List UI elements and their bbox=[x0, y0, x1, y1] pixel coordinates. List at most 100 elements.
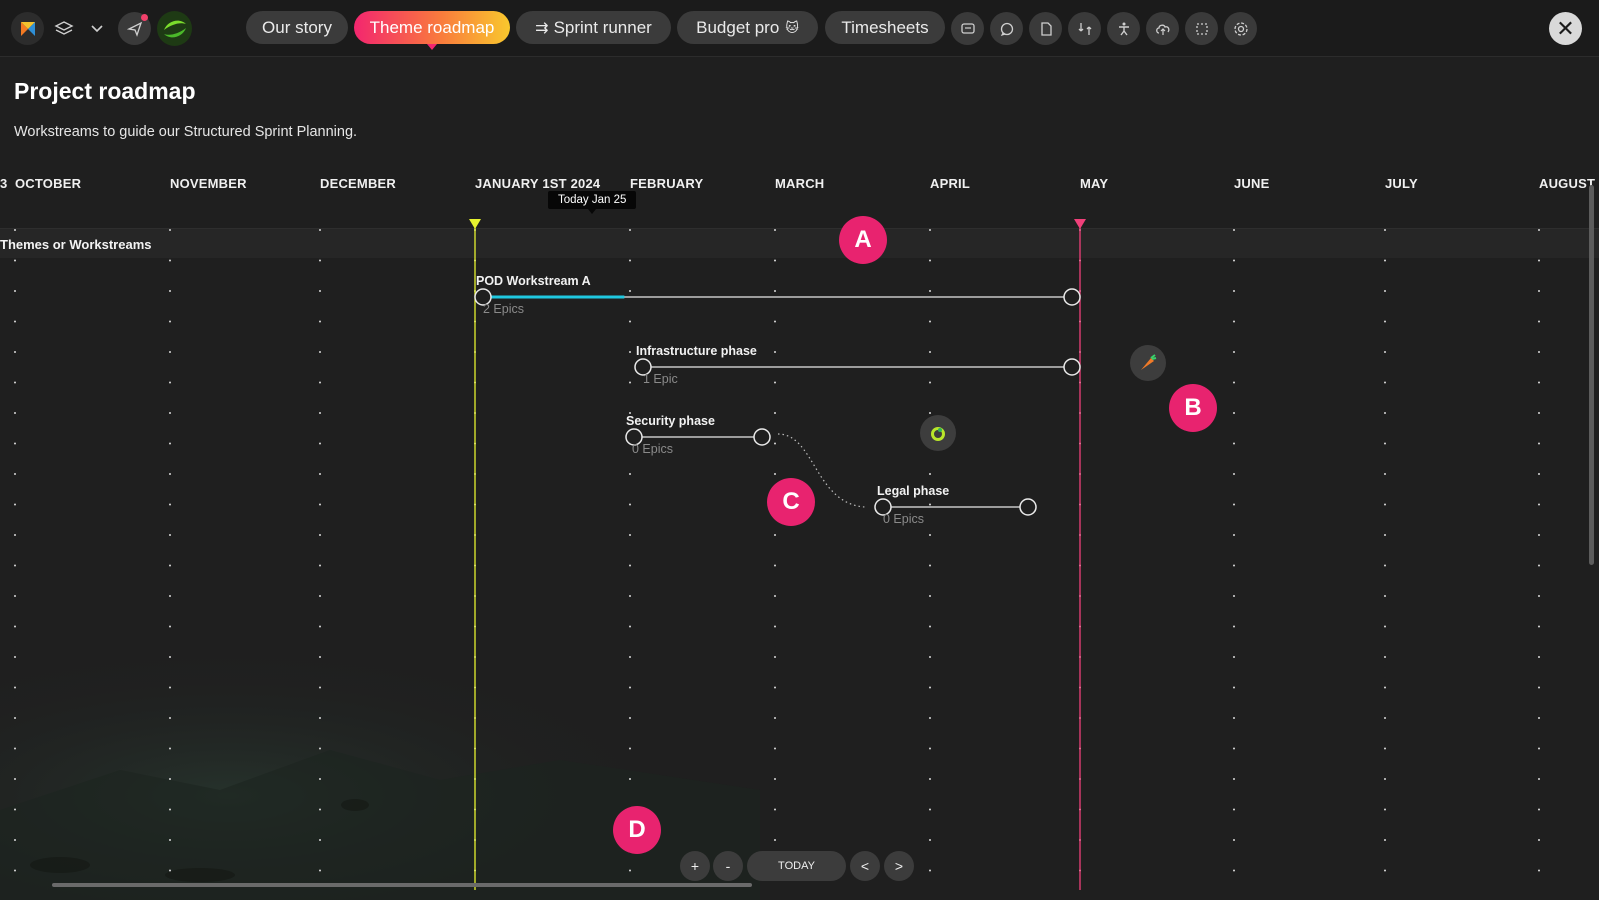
grid-dot bbox=[14, 320, 16, 323]
grid-dot bbox=[929, 351, 931, 353]
accessibility-icon[interactable] bbox=[1107, 12, 1140, 45]
tab-timesheets[interactable]: Timesheets bbox=[825, 11, 945, 44]
grid-dot bbox=[929, 839, 931, 841]
grid-dot bbox=[1384, 839, 1386, 841]
grid-dot bbox=[1538, 564, 1540, 567]
grid-dot bbox=[774, 473, 776, 475]
page-title: Project roadmap bbox=[14, 78, 196, 104]
green-ring-avatar-icon[interactable] bbox=[920, 415, 956, 451]
task-name[interactable]: Security phase bbox=[626, 414, 715, 428]
callout-badge-c: C bbox=[767, 478, 815, 526]
grid-dot bbox=[1384, 808, 1386, 811]
grid-dot bbox=[929, 259, 931, 262]
grid-dot bbox=[774, 412, 776, 414]
grid-dot bbox=[474, 534, 476, 536]
layers-icon[interactable] bbox=[47, 12, 80, 45]
zoom-out-button[interactable]: - bbox=[713, 851, 743, 881]
grid-dot bbox=[1384, 503, 1386, 506]
month-label: JUNE bbox=[1234, 176, 1270, 191]
chat-bubble-icon[interactable] bbox=[990, 12, 1023, 45]
grid-dot bbox=[1079, 625, 1081, 628]
document-icon[interactable] bbox=[1029, 12, 1062, 45]
grid-dot bbox=[474, 564, 476, 567]
grid-dot bbox=[1384, 442, 1386, 445]
tab-our-story[interactable]: Our story bbox=[246, 11, 348, 44]
grid-dot bbox=[1384, 320, 1386, 323]
grid-dot bbox=[1384, 381, 1386, 384]
grid-dot bbox=[169, 564, 171, 567]
tab-theme-roadmap[interactable]: Theme roadmap bbox=[354, 11, 510, 50]
grid-dot bbox=[1079, 839, 1081, 841]
grid-dot bbox=[1233, 381, 1235, 384]
chevron-down-icon[interactable] bbox=[80, 12, 113, 45]
grid-dot bbox=[474, 442, 476, 445]
grid-dot bbox=[774, 290, 776, 292]
pod-end-handle[interactable] bbox=[1063, 288, 1081, 306]
green-avatar-icon[interactable] bbox=[157, 11, 192, 46]
grid-dot bbox=[319, 412, 321, 414]
grid-dot bbox=[929, 534, 931, 536]
grid-dot bbox=[319, 564, 321, 567]
month-label: OCTOBER bbox=[15, 176, 82, 191]
tab-budget-pro[interactable]: Budget pro 🐱 bbox=[677, 11, 818, 44]
compare-icon[interactable] bbox=[1068, 12, 1101, 45]
close-icon[interactable]: ✕ bbox=[1549, 12, 1582, 45]
grid-dot bbox=[629, 503, 631, 506]
horizontal-scrollbar[interactable] bbox=[52, 883, 752, 887]
grid-dot bbox=[929, 412, 931, 414]
task-name[interactable]: POD Workstream A bbox=[476, 274, 591, 288]
grid-dot bbox=[1538, 320, 1540, 323]
grid-dot bbox=[14, 412, 16, 414]
grid-dot bbox=[1233, 869, 1235, 872]
grid-dot bbox=[1233, 717, 1235, 719]
grid-dot bbox=[1079, 656, 1081, 658]
grid-dot bbox=[1538, 473, 1540, 475]
grid-dot bbox=[1233, 625, 1235, 628]
grid-dot bbox=[169, 259, 171, 262]
previous-button[interactable]: < bbox=[850, 851, 880, 881]
task-name[interactable]: Legal phase bbox=[877, 484, 949, 498]
grid-dot bbox=[1384, 717, 1386, 719]
legal-end-handle[interactable] bbox=[1019, 498, 1037, 516]
task-name[interactable]: Infrastructure phase bbox=[636, 344, 757, 358]
tab-sprint-runner[interactable]: ⇉ Sprint runner bbox=[516, 11, 671, 44]
zoom-in-button[interactable]: + bbox=[680, 851, 710, 881]
grid-dot bbox=[169, 534, 171, 536]
grid-dot bbox=[319, 442, 321, 445]
grid-dot bbox=[169, 473, 171, 475]
grid-dot bbox=[474, 625, 476, 628]
grid-dot bbox=[1384, 595, 1386, 597]
selection-icon[interactable] bbox=[1185, 12, 1218, 45]
carrot-avatar-icon[interactable] bbox=[1130, 345, 1166, 381]
next-button[interactable]: > bbox=[884, 851, 914, 881]
page-subtitle: Workstreams to guide our Structured Spri… bbox=[14, 124, 358, 140]
grid-dot bbox=[1233, 473, 1235, 475]
grid-dot bbox=[1538, 747, 1540, 750]
today-button[interactable]: TODAY bbox=[747, 851, 846, 881]
infrastructure-end-handle[interactable] bbox=[1063, 358, 1081, 376]
logo-icon[interactable] bbox=[11, 12, 44, 45]
grid-dot bbox=[774, 808, 776, 811]
month-label: AUGUST bbox=[1539, 176, 1596, 191]
grid-dot bbox=[1233, 503, 1235, 506]
comment-icon[interactable] bbox=[951, 12, 984, 45]
grid-dot bbox=[1079, 808, 1081, 811]
grid-dot bbox=[629, 259, 631, 262]
send-icon[interactable] bbox=[118, 12, 151, 45]
grid-dot bbox=[774, 381, 776, 384]
security-end-handle[interactable] bbox=[753, 428, 771, 446]
grid-dot bbox=[1384, 564, 1386, 567]
grid-dot bbox=[169, 625, 171, 628]
grid-dot bbox=[629, 381, 631, 384]
vertical-scrollbar[interactable] bbox=[1589, 185, 1594, 565]
grid-dot bbox=[14, 473, 16, 475]
grid-dot bbox=[1233, 534, 1235, 536]
cloud-sync-icon[interactable] bbox=[1146, 12, 1179, 45]
grid-dot bbox=[929, 656, 931, 658]
grid-dot bbox=[169, 381, 171, 384]
month-label: APRIL bbox=[930, 176, 970, 191]
settings-icon[interactable] bbox=[1224, 12, 1257, 45]
grid-dot bbox=[319, 320, 321, 323]
grid-dot bbox=[629, 473, 631, 475]
tab-label: Timesheets bbox=[841, 17, 929, 37]
